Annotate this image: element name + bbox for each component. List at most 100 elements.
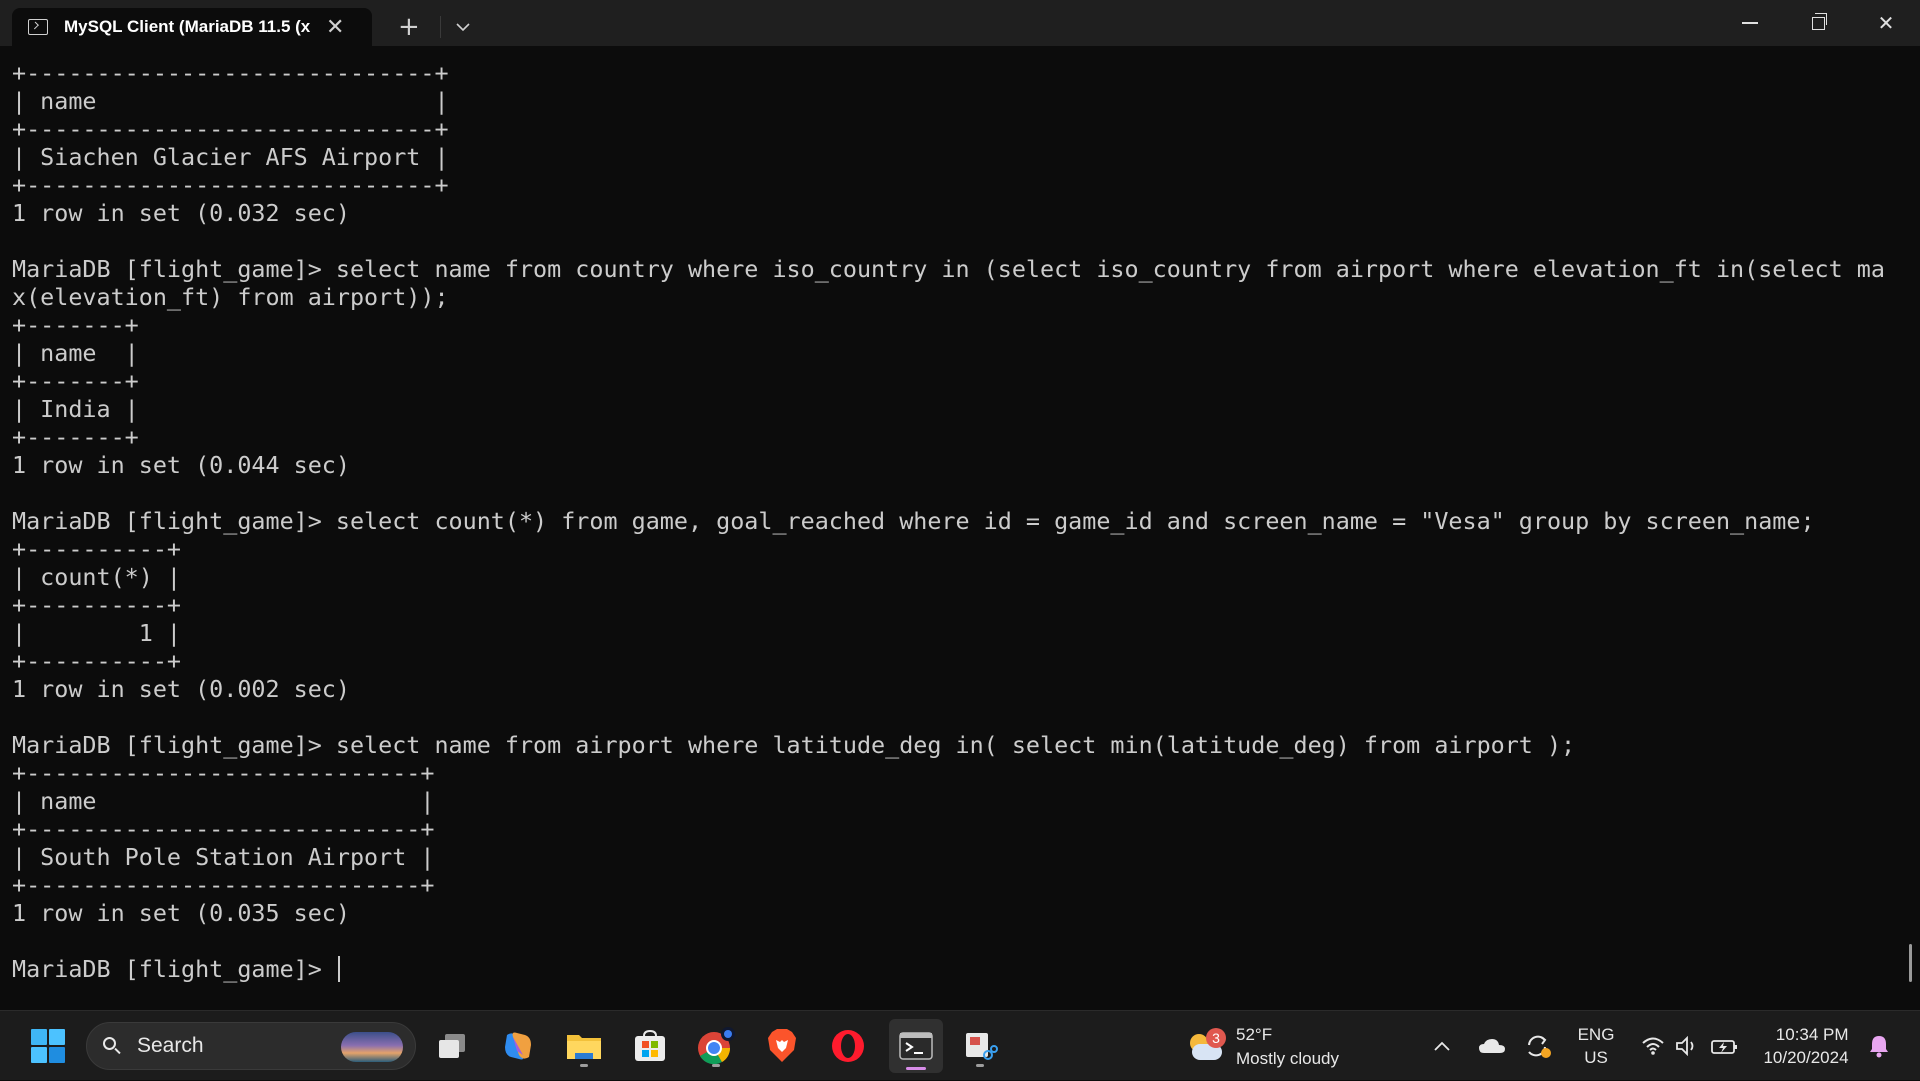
wifi-icon — [1642, 1037, 1664, 1055]
terminal-line: 1 row in set (0.032 sec) — [12, 199, 350, 227]
terminal-line: MariaDB [flight_game]> select name from … — [12, 255, 1885, 283]
terminal-app-icon — [899, 1032, 933, 1060]
windows-logo-icon — [31, 1029, 65, 1063]
terminal-output[interactable]: +-----------------------------+ | name |… — [12, 59, 1885, 983]
running-indicator — [580, 1064, 588, 1067]
terminal-line: | India | — [12, 395, 139, 423]
window-controls: ✕ — [1716, 0, 1920, 46]
terminal-line: +----------+ — [12, 591, 181, 619]
snipping-tool-button[interactable] — [956, 1022, 1004, 1070]
command-prompt: MariaDB [flight_game]> — [12, 955, 336, 983]
terminal-line: +----------+ — [12, 535, 181, 563]
language-code: ENG — [1577, 1025, 1615, 1044]
folder-icon — [567, 1035, 601, 1059]
close-window-button[interactable]: ✕ — [1852, 0, 1920, 46]
terminal-line: MariaDB [flight_game]> select name from … — [12, 731, 1576, 759]
clock[interactable]: 10:34 PM 10/20/2024 — [1756, 1011, 1856, 1081]
weather-widget[interactable]: 3 52°F Mostly cloudy — [1186, 1023, 1339, 1071]
terminal-tab[interactable]: MySQL Client (MariaDB 11.5 (x ✕ — [12, 8, 372, 46]
bell-icon — [1870, 1036, 1888, 1058]
terminal-line: MariaDB [flight_game]> select count(*) f… — [12, 507, 1815, 535]
search-label: Search — [137, 1034, 204, 1057]
battery-charging-icon — [1711, 1040, 1737, 1054]
terminal-pane[interactable]: +-----------------------------+ | name |… — [0, 46, 1920, 1010]
file-explorer-button[interactable] — [560, 1022, 608, 1070]
chevron-down-icon[interactable] — [455, 8, 471, 46]
opera-icon — [832, 1030, 864, 1062]
terminal-line: | name | — [12, 339, 139, 367]
taskbar: Search 3 52°F Mostly cloudy ENG US 10:34… — [0, 1010, 1920, 1080]
terminal-line: | name | — [12, 87, 449, 115]
copilot-icon — [505, 1032, 531, 1060]
taskbar-search[interactable]: Search — [86, 1022, 416, 1070]
terminal-history: +-----------------------------+ | name |… — [12, 59, 1885, 927]
notifications-button[interactable] — [1862, 1011, 1896, 1081]
terminal-line: | count(*) | — [12, 563, 181, 591]
terminal-line: +----------------------------+ — [12, 815, 435, 843]
terminal-line: +----------------------------+ — [12, 871, 435, 899]
clock-date: 10/20/2024 — [1763, 1048, 1849, 1067]
weather-badge: 3 — [1206, 1028, 1226, 1048]
search-icon — [103, 1037, 121, 1055]
weather-condition: Mostly cloudy — [1236, 1049, 1339, 1068]
terminal-line: | South Pole Station Airport | — [12, 843, 435, 871]
terminal-line: +-----------------------------+ — [12, 59, 449, 87]
store-icon — [635, 1030, 665, 1061]
tab-divider — [439, 16, 441, 38]
terminal-line: | 1 | — [12, 619, 181, 647]
running-indicator — [976, 1064, 984, 1067]
show-hidden-icons-button[interactable] — [1424, 1011, 1460, 1081]
terminal-line: 1 row in set (0.002 sec) — [12, 675, 350, 703]
task-view-button[interactable] — [428, 1022, 476, 1070]
chevron-up-icon — [1434, 1041, 1450, 1051]
snipping-tool-icon — [966, 1033, 998, 1060]
search-highlight-image — [341, 1032, 403, 1062]
terminal-line: 1 row in set (0.035 sec) — [12, 899, 350, 927]
battery-button[interactable] — [1706, 1011, 1744, 1081]
opera-button[interactable] — [824, 1022, 872, 1070]
minimize-button[interactable] — [1716, 0, 1784, 46]
minimize-icon — [1742, 22, 1758, 24]
brave-button[interactable] — [758, 1022, 806, 1070]
running-indicator — [712, 1064, 720, 1067]
terminal-line: +----------+ — [12, 647, 181, 675]
microsoft-store-button[interactable] — [626, 1022, 674, 1070]
wifi-button[interactable] — [1636, 1011, 1670, 1081]
terminal-line: +-------+ — [12, 311, 139, 339]
brave-lion-icon — [768, 1029, 796, 1062]
title-bar: MySQL Client (MariaDB 11.5 (x ✕ + ✕ — [0, 0, 1920, 46]
volume-button[interactable] — [1670, 1011, 1704, 1081]
terminal-line: x(elevation_ft) from airport)); — [12, 283, 449, 311]
restore-button[interactable] — [1784, 0, 1852, 46]
speaker-icon — [1676, 1036, 1694, 1056]
chrome-icon — [698, 1027, 735, 1065]
terminal-line: | Siachen Glacier AFS Airport | — [12, 143, 449, 171]
chrome-button[interactable] — [692, 1022, 740, 1070]
clock-time: 10:34 PM — [1775, 1025, 1849, 1044]
language-switcher[interactable]: ENG US — [1568, 1011, 1624, 1081]
copilot-button[interactable] — [494, 1022, 542, 1070]
close-tab-icon[interactable]: ✕ — [326, 15, 344, 40]
new-tab-button[interactable]: + — [398, 8, 420, 46]
region-code: US — [1584, 1048, 1608, 1067]
terminal-line: 1 row in set (0.044 sec) — [12, 451, 350, 479]
sync-icon — [1528, 1035, 1551, 1058]
terminal-line: +-----------------------------+ — [12, 115, 449, 143]
cloud-icon — [1479, 1039, 1505, 1053]
terminal-icon — [28, 19, 48, 35]
sync-button[interactable] — [1520, 1011, 1556, 1081]
start-button[interactable] — [24, 1022, 72, 1070]
tab-title: MySQL Client (MariaDB 11.5 (x — [64, 17, 311, 36]
active-indicator — [906, 1067, 926, 1070]
terminal-taskbar-button[interactable] — [889, 1019, 943, 1073]
weather-temperature: 52°F — [1236, 1025, 1273, 1044]
onedrive-button[interactable] — [1474, 1011, 1510, 1081]
terminal-line: | name | — [12, 787, 435, 815]
scrollbar[interactable] — [1909, 944, 1912, 982]
task-view-icon — [439, 1034, 465, 1058]
terminal-line: +-------+ — [12, 423, 139, 451]
text-cursor — [337, 956, 340, 982]
partly-cloudy-icon: 3 — [1186, 1028, 1226, 1062]
terminal-line: +-------+ — [12, 367, 139, 395]
terminal-line: +----------------------------+ — [12, 759, 435, 787]
